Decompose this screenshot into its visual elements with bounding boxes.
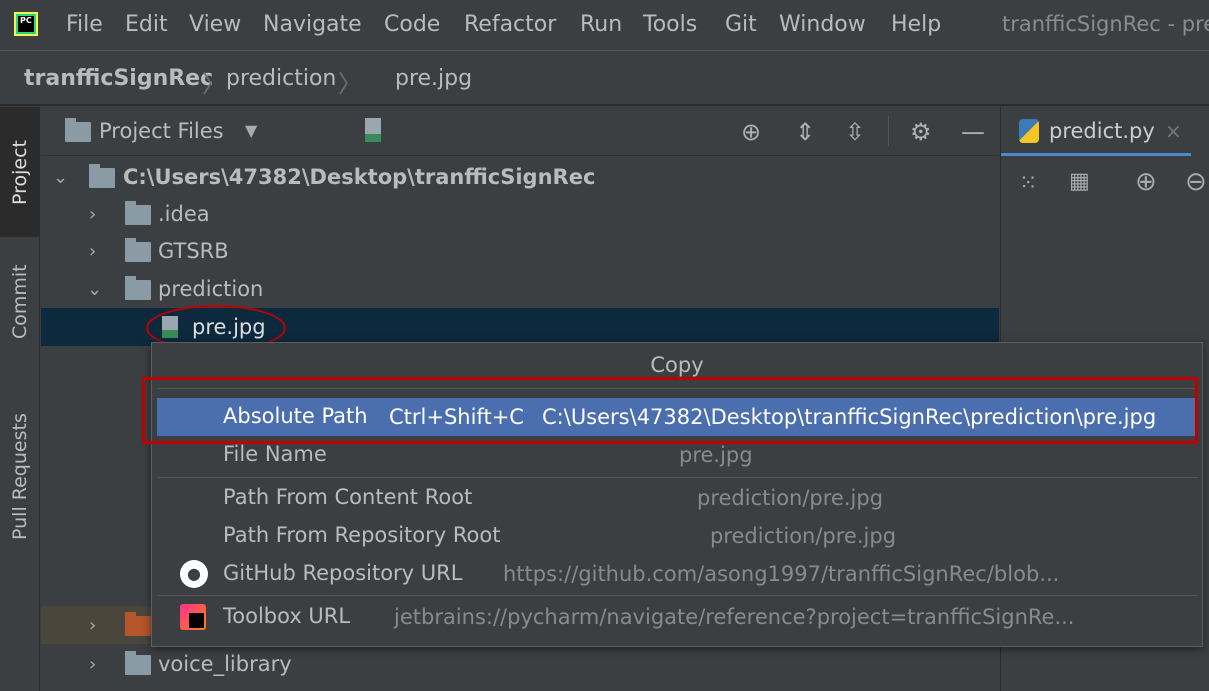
python-file-icon: [1019, 119, 1039, 143]
close-icon[interactable]: ×: [1165, 119, 1182, 143]
breadcrumb-file[interactable]: pre.jpg: [395, 66, 472, 91]
folder-icon: [125, 238, 151, 262]
chevron-right-icon: 〉: [338, 70, 362, 98]
project-view-selector[interactable]: Project Files: [99, 119, 224, 143]
menu-item-value: jetbrains://pycharm/navigate/reference?p…: [394, 605, 1075, 629]
chevron-right-icon[interactable]: ›: [89, 241, 96, 262]
annotation-rectangle: [142, 377, 1198, 444]
menu-item-label: Path From Repository Root: [223, 523, 501, 547]
toolbox-icon: [180, 604, 206, 630]
zoom-in-icon[interactable]: ⊕: [1135, 167, 1157, 197]
menu-item-value: prediction/pre.jpg: [697, 486, 884, 510]
divider: [157, 477, 1197, 478]
folder-icon: [65, 118, 91, 142]
chevron-down-icon[interactable]: ⌄: [53, 167, 68, 188]
window-title: tranfficSignRec - pre: [1002, 12, 1209, 36]
tool-tab-label: Project: [9, 139, 31, 205]
tree-item-label: GTSRB: [158, 239, 229, 263]
breadcrumb-folder[interactable]: prediction: [226, 66, 336, 91]
menu-item-label: GitHub Repository URL: [223, 561, 463, 585]
menu-run[interactable]: Run: [580, 12, 622, 37]
folder-icon: [125, 276, 151, 300]
tree-item-idea[interactable]: › .idea: [41, 195, 999, 233]
tab-predict-py[interactable]: predict.py ×: [1001, 107, 1191, 156]
chevron-down-icon[interactable]: ⌄: [87, 279, 102, 300]
menu-item-value: pre.jpg: [679, 443, 753, 467]
tool-tab-commit[interactable]: Commit: [0, 247, 40, 357]
breadcrumb-project[interactable]: tranfficSignRec: [24, 66, 213, 91]
menu-navigate[interactable]: Navigate: [263, 12, 362, 37]
tool-tab-label: Commit: [9, 264, 31, 340]
chevron-right-icon[interactable]: ›: [89, 654, 96, 675]
menu-item-value: prediction/pre.jpg: [710, 524, 897, 548]
menu-file[interactable]: File: [66, 12, 103, 37]
minimize-icon[interactable]: —: [961, 118, 985, 146]
menu-item-label: Path From Content Root: [223, 485, 473, 509]
chevron-right-icon: 〉: [202, 70, 226, 98]
menu-edit[interactable]: Edit: [125, 12, 168, 37]
github-icon: ●: [180, 560, 208, 588]
tool-window-strip: Project Commit Pull Requests: [0, 107, 40, 691]
tree-item-voice-library[interactable]: › voice_library: [41, 645, 999, 683]
menu-item-label: File Name: [223, 442, 327, 466]
tree-item-gtsrb[interactable]: › GTSRB: [41, 232, 999, 270]
tree-item-label: .idea: [158, 202, 210, 226]
divider: [157, 595, 1197, 596]
menu-view[interactable]: View: [189, 12, 241, 37]
pycharm-logo-icon: PC: [14, 12, 38, 36]
menu-item-content-root[interactable]: Path From Content Root prediction/pre.jp…: [157, 479, 1197, 517]
folder-icon: [125, 612, 151, 636]
chevron-down-icon[interactable]: ▼: [245, 121, 257, 140]
menu-item-value: https://github.com/asong1997/tranfficSig…: [503, 562, 1060, 586]
expand-all-icon[interactable]: ⇕: [795, 118, 815, 146]
grid-icon[interactable]: ▦: [1069, 169, 1090, 194]
divider: [888, 116, 889, 146]
zoom-out-icon[interactable]: ⊖: [1185, 167, 1207, 197]
menu-item-github-url[interactable]: ● GitHub Repository URL https://github.c…: [157, 555, 1197, 593]
menu-item-toolbox-url[interactable]: Toolbox URL jetbrains://pycharm/navigate…: [157, 598, 1197, 636]
tool-tab-label: Pull Requests: [9, 413, 31, 541]
menu-help[interactable]: Help: [891, 12, 941, 37]
locate-icon[interactable]: ⊕: [741, 118, 761, 146]
tree-item-root[interactable]: ⌄ C:\Users\47382\Desktop\tranfficSignRec: [41, 158, 999, 196]
chevron-right-icon[interactable]: ›: [89, 615, 96, 636]
menu-tools[interactable]: Tools: [643, 12, 697, 37]
fit-icon[interactable]: ⁙: [1019, 171, 1037, 196]
menu-code[interactable]: Code: [384, 12, 440, 37]
breadcrumb: tranfficSignRec 〉 prediction 〉 pre.jpg: [0, 52, 1209, 142]
folder-icon: [89, 164, 115, 188]
folder-icon: [125, 651, 151, 675]
tree-item-label: voice_library: [158, 652, 292, 676]
chevron-right-icon[interactable]: ›: [89, 204, 96, 225]
tool-tab-pull-requests[interactable]: Pull Requests: [0, 392, 40, 562]
menu-item-repository-root[interactable]: Path From Repository Root prediction/pre…: [157, 517, 1197, 555]
menu-bar: PC File Edit View Navigate Code Refactor…: [0, 0, 1209, 51]
menu-item-label: Toolbox URL: [223, 604, 351, 628]
tree-item-prediction[interactable]: ⌄ prediction: [41, 270, 999, 308]
tree-item-label: prediction: [158, 277, 264, 301]
folder-icon: [125, 201, 151, 225]
menu-window[interactable]: Window: [779, 12, 866, 37]
gear-icon[interactable]: ⚙: [910, 118, 932, 146]
collapse-all-icon[interactable]: ⇳: [845, 118, 865, 146]
tool-tab-project[interactable]: Project: [0, 107, 40, 237]
menu-refactor[interactable]: Refactor: [464, 12, 556, 37]
popup-title: Copy: [650, 353, 704, 377]
menu-git[interactable]: Git: [725, 12, 757, 37]
tree-item-label: C:\Users\47382\Desktop\tranfficSignRec: [123, 165, 596, 189]
tab-label: predict.py: [1049, 119, 1155, 143]
